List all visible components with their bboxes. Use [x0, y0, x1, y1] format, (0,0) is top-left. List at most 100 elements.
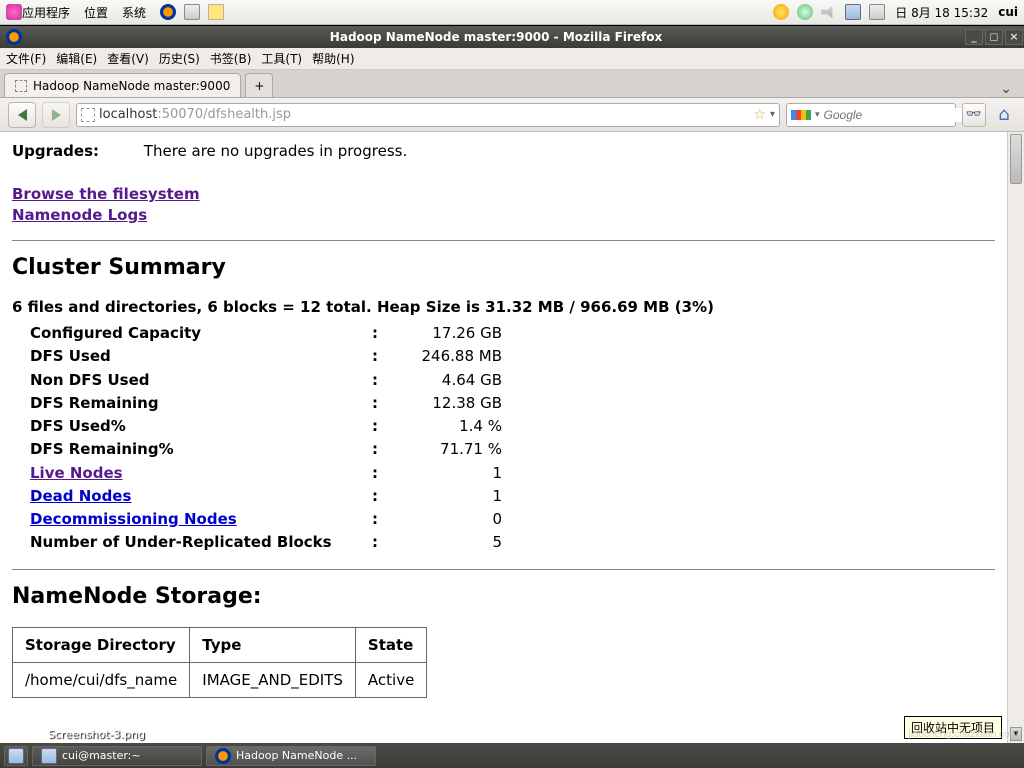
stats-colon: :: [372, 531, 392, 554]
site-identity-icon[interactable]: [81, 108, 95, 122]
stats-colon: :: [372, 485, 392, 508]
new-tab-button[interactable]: +: [245, 73, 273, 97]
table-header-row: Storage Directory Type State: [13, 627, 427, 662]
menu-applications[interactable]: 应用程序: [22, 4, 70, 21]
stats-link[interactable]: Decommissioning Nodes: [30, 510, 237, 528]
stats-row: Non DFS Used:4.64 GB: [12, 369, 995, 392]
menu-view[interactable]: 查看(V): [107, 50, 149, 67]
stats-label: DFS Used%: [12, 415, 372, 438]
vertical-scrollbar[interactable]: ▾: [1007, 132, 1024, 743]
weather-icon[interactable]: [773, 4, 789, 20]
tabbar: Hadoop NameNode master:9000 + ⌄: [0, 70, 1024, 98]
firefox-icon: [6, 29, 22, 45]
taskbar-item-firefox[interactable]: Hadoop NameNode ...: [206, 746, 376, 766]
stats-label: Decommissioning Nodes: [12, 508, 372, 531]
stats-row: DFS Remaining:12.38 GB: [12, 392, 995, 415]
stats-label: Dead Nodes: [12, 485, 372, 508]
apps-icon: [6, 4, 22, 20]
link-namenode-logs[interactable]: Namenode Logs: [12, 206, 147, 224]
menu-system[interactable]: 系统: [122, 4, 146, 21]
firefox-window: Hadoop NameNode master:9000 - Mozilla Fi…: [0, 25, 1024, 743]
stats-label: Number of Under-Replicated Blocks: [12, 531, 372, 554]
stats-row: Number of Under-Replicated Blocks:5: [12, 531, 995, 554]
th-type: Type: [190, 627, 356, 662]
divider: [12, 569, 995, 570]
stats-row: DFS Remaining%:71.71 %: [12, 438, 995, 461]
heading-namenode-storage: NameNode Storage:: [12, 584, 995, 609]
stats-label: Non DFS Used: [12, 369, 372, 392]
tab-label: Hadoop NameNode master:9000: [33, 79, 230, 93]
stats-colon: :: [372, 392, 392, 415]
mail-launcher-icon[interactable]: [184, 4, 200, 20]
google-icon: [791, 110, 811, 120]
close-button[interactable]: ×: [1005, 29, 1023, 45]
search-input[interactable]: [824, 108, 981, 122]
display-icon[interactable]: [845, 4, 861, 20]
menu-bookmarks[interactable]: 书签(B): [210, 50, 252, 67]
stats-table: Configured Capacity:17.26 GBDFS Used:246…: [12, 322, 995, 555]
storage-table: Storage Directory Type State /home/cui/d…: [12, 627, 427, 698]
clipboard-icon[interactable]: [869, 4, 885, 20]
menu-places[interactable]: 位置: [84, 4, 108, 21]
stats-value: 1: [392, 462, 502, 485]
desktop-icon: [8, 748, 24, 764]
stats-row: DFS Used:246.88 MB: [12, 345, 995, 368]
page-body: Upgrades: There are no upgrades in progr…: [0, 132, 1007, 743]
url-dropdown-icon[interactable]: ▾: [770, 109, 775, 120]
menu-history[interactable]: 历史(S): [159, 50, 200, 67]
stats-colon: :: [372, 438, 392, 461]
stats-label: Configured Capacity: [12, 322, 372, 345]
stats-link[interactable]: Dead Nodes: [30, 487, 131, 505]
minimize-button[interactable]: _: [965, 29, 983, 45]
taskbar-label: cui@master:~: [62, 749, 141, 762]
menu-tools[interactable]: 工具(T): [261, 50, 302, 67]
bookmark-star-icon[interactable]: ☆: [753, 107, 766, 123]
stats-colon: :: [372, 462, 392, 485]
tab-active[interactable]: Hadoop NameNode master:9000: [4, 73, 241, 97]
firefox-icon: [215, 748, 231, 764]
stats-colon: :: [372, 508, 392, 531]
taskbar-item-terminal[interactable]: cui@master:~: [32, 746, 202, 766]
stats-row: DFS Used%:1.4 %: [12, 415, 995, 438]
heading-cluster-summary: Cluster Summary: [12, 255, 995, 280]
search-go-button[interactable]: 👓: [962, 103, 986, 127]
taskbar-label: Hadoop NameNode ...: [236, 749, 357, 762]
stats-label: DFS Remaining%: [12, 438, 372, 461]
menu-file[interactable]: 文件(F): [6, 50, 46, 67]
stats-link[interactable]: Live Nodes: [30, 464, 123, 482]
url-bar[interactable]: localhost:50070/dfshealth.jsp ☆ ▾: [76, 103, 780, 127]
link-browse-filesystem[interactable]: Browse the filesystem: [12, 185, 200, 203]
stats-value: 17.26 GB: [392, 322, 502, 345]
stats-value: 5: [392, 531, 502, 554]
show-desktop-button[interactable]: [4, 746, 28, 766]
td-type: IMAGE_AND_EDITS: [190, 662, 356, 697]
back-button[interactable]: [8, 102, 36, 128]
home-button[interactable]: ⌂: [992, 103, 1016, 127]
forward-button[interactable]: [42, 102, 70, 128]
watermark: jiaocheng.chazidian.com: [908, 729, 1018, 740]
upgrades-label: Upgrades:: [12, 142, 99, 160]
maximize-button[interactable]: ◻: [985, 29, 1003, 45]
stats-colon: :: [372, 415, 392, 438]
url-text[interactable]: localhost:50070/dfshealth.jsp: [99, 107, 749, 122]
stats-colon: :: [372, 345, 392, 368]
tab-overflow-button[interactable]: ⌄: [992, 81, 1020, 97]
search-bar[interactable]: ▾: [786, 103, 956, 127]
volume-icon[interactable]: [821, 4, 837, 20]
clock[interactable]: 日 8月 18 15:32: [895, 4, 988, 21]
nav-toolbar: localhost:50070/dfshealth.jsp ☆ ▾ ▾ 👓 ⌂: [0, 98, 1024, 132]
user-menu[interactable]: cui: [998, 5, 1018, 19]
desktop-file-label[interactable]: Screenshot-3.png: [48, 728, 145, 741]
scrollbar-thumb[interactable]: [1010, 134, 1022, 184]
arrow-left-icon: [18, 109, 27, 121]
network-icon[interactable]: [797, 4, 813, 20]
table-row: /home/cui/dfs_name IMAGE_AND_EDITS Activ…: [13, 662, 427, 697]
stats-value: 1.4 %: [392, 415, 502, 438]
menu-help[interactable]: 帮助(H): [312, 50, 354, 67]
notes-launcher-icon[interactable]: [208, 4, 224, 20]
menubar: 文件(F) 编辑(E) 查看(V) 历史(S) 书签(B) 工具(T) 帮助(H…: [0, 48, 1024, 70]
firefox-launcher-icon[interactable]: [160, 4, 176, 20]
menu-edit[interactable]: 编辑(E): [56, 50, 97, 67]
terminal-icon: [41, 748, 57, 764]
td-storage-dir: /home/cui/dfs_name: [13, 662, 190, 697]
